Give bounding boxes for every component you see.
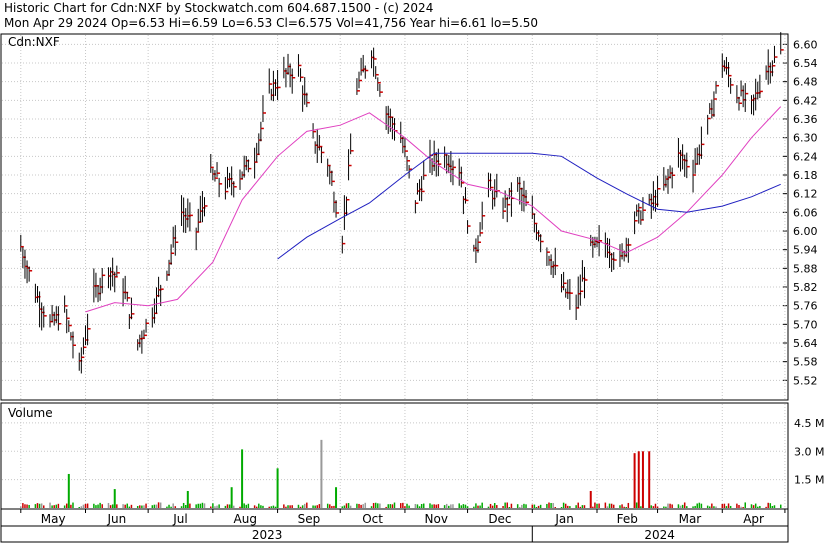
month-label: Jul bbox=[172, 512, 187, 526]
price-tick-label: 5.82 bbox=[793, 281, 818, 294]
month-label: Jun bbox=[106, 512, 126, 526]
price-tick-label: 6.06 bbox=[793, 206, 818, 219]
grid bbox=[2, 35, 787, 542]
long-moving-average-line bbox=[277, 152, 781, 260]
month-label: Oct bbox=[362, 512, 383, 526]
price-tick-label: 5.88 bbox=[793, 262, 818, 275]
year-label: 2023 bbox=[252, 528, 283, 542]
volume-tick-label: 1.5 M bbox=[794, 474, 824, 487]
price-tick-label: 5.58 bbox=[793, 356, 818, 369]
month-label: Sep bbox=[298, 512, 321, 526]
price-tick-label: 5.94 bbox=[793, 244, 818, 257]
price-bars bbox=[20, 32, 784, 374]
volume-panel-frame bbox=[0, 402, 789, 510]
month-label: May bbox=[41, 512, 66, 526]
month-label: Dec bbox=[488, 512, 511, 526]
price-tick-label: 5.76 bbox=[793, 300, 818, 313]
volume-tick-label: 3.0 M bbox=[794, 445, 824, 458]
price-tick-label: 6.12 bbox=[793, 188, 818, 201]
month-label: Feb bbox=[617, 512, 638, 526]
price-tick-label: 5.52 bbox=[793, 374, 818, 387]
month-label: Jan bbox=[554, 512, 574, 526]
price-tick-label: 5.70 bbox=[793, 318, 818, 331]
month-label: Apr bbox=[743, 512, 764, 526]
price-tick-label: 5.64 bbox=[793, 337, 818, 350]
price-tick-label: 6.48 bbox=[793, 76, 818, 89]
price-tick-label: 6.36 bbox=[793, 113, 818, 126]
price-panel-title: Cdn:NXF bbox=[8, 35, 60, 49]
year-label: 2024 bbox=[644, 528, 675, 542]
month-label: Aug bbox=[234, 512, 257, 526]
volume-tick-label: 4.5 M bbox=[794, 417, 824, 430]
volume-panel-title: Volume bbox=[8, 406, 53, 420]
month-label: Mar bbox=[679, 512, 702, 526]
price-tick-label: 6.54 bbox=[793, 57, 818, 70]
month-label: Nov bbox=[425, 512, 448, 526]
price-tick-label: 6.60 bbox=[793, 38, 818, 51]
price-tick-label: 6.42 bbox=[793, 94, 818, 107]
price-tick-label: 6.30 bbox=[793, 132, 818, 145]
stock-chart: 6.60 6.54 6.48 6.42 6.36 6.30 6.24 6.18 6.12 6.06… bbox=[0, 32, 824, 543]
price-tick-label: 6.00 bbox=[793, 225, 818, 238]
price-tick-label: 6.18 bbox=[793, 169, 818, 182]
price-panel-frame bbox=[0, 33, 789, 401]
price-tick-label: 6.24 bbox=[793, 150, 818, 163]
volume-bars bbox=[20, 439, 782, 508]
